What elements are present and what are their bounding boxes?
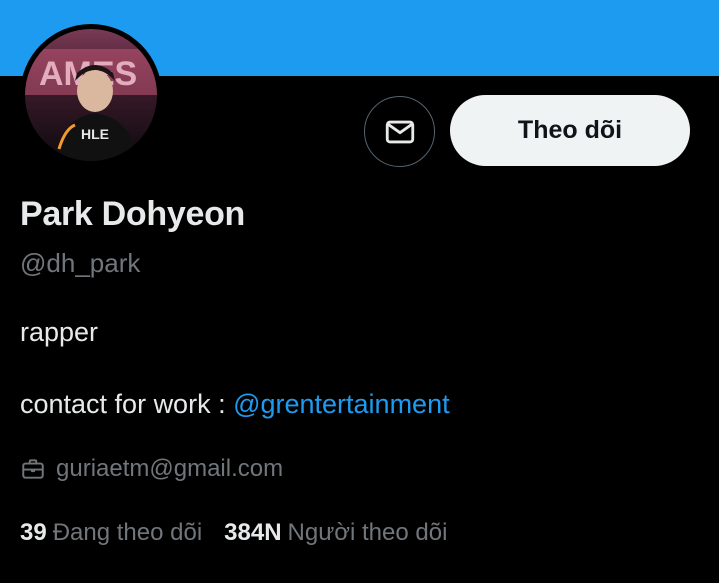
bio-contact-prefix: contact for work : [20,389,234,419]
bio-line-2: contact for work : @grentertainment [20,389,450,420]
avatar[interactable]: AMES HLE [25,29,157,161]
following-label: Đang theo dõi [52,519,203,546]
follow-button-label: Theo dõi [517,116,623,144]
mail-icon [383,115,417,149]
following-stat[interactable]: 39 Đang theo dõi [20,519,202,547]
avatar-photo: AMES HLE [25,29,157,161]
display-name: Park Dohyeon [20,195,246,233]
bio-mention-link[interactable]: @grentertainment [233,389,450,419]
briefcase-icon [20,456,46,482]
followers-label: Người theo dõi [287,519,448,546]
follow-stats: 39 Đang theo dõi 384N Người theo dõi [20,519,447,547]
bio-line-1: rapper [20,317,99,347]
message-button[interactable] [364,96,435,167]
contact-email[interactable]: guriaetm@gmail.com [56,455,283,483]
followers-count: 384N [224,519,282,546]
followers-stat[interactable]: 384N Người theo dõi [224,519,447,547]
contact-info: guriaetm@gmail.com [20,455,283,483]
user-handle: @dh_park [20,248,141,278]
follow-button[interactable]: Theo dõi [450,95,690,166]
following-count: 39 [20,519,47,546]
avatar-jersey-text: HLE [81,126,109,142]
profile-header: AMES HLE Theo dõi Park Dohyeon @dh_park … [0,0,719,583]
